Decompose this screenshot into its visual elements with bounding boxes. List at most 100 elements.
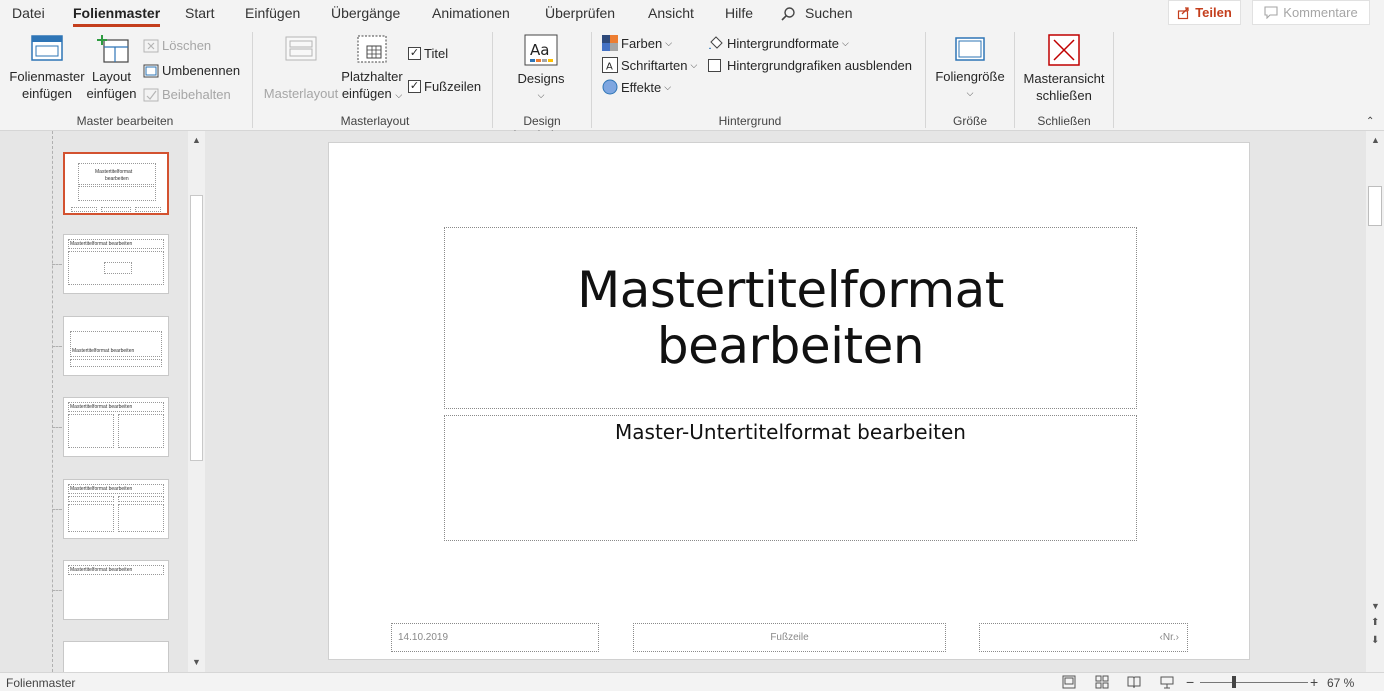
date-placeholder[interactable]: 14.10.2019 [391, 623, 599, 652]
thumbnail-layout[interactable]: Mastertitelformat bearbeiten [63, 234, 169, 294]
tab-animationen[interactable]: Animationen [432, 5, 510, 21]
subtitle-placeholder[interactable]: Master-Untertitelformat bearbeiten [444, 415, 1137, 541]
hierarchy-connector [52, 590, 62, 591]
next-slide-icon[interactable]: ⬇ [1371, 635, 1379, 646]
colors-label: Farben [621, 35, 663, 51]
thumb-content-placeholder [118, 504, 164, 532]
search-icon[interactable] [780, 6, 796, 22]
effects-dropdown[interactable]: Effekte ⌵ [602, 79, 671, 95]
tab-start[interactable]: Start [185, 5, 215, 21]
tab-ueberpruefen[interactable]: Überprüfen [545, 5, 615, 21]
slide-master[interactable]: Mastertitelformat bearbeiten Master-Unter… [328, 142, 1250, 660]
slide-number-placeholder[interactable]: ‹Nr.› [979, 623, 1188, 652]
slide-master-icon [31, 35, 63, 61]
title-placeholder[interactable]: Mastertitelformat bearbeiten [444, 227, 1137, 409]
footer-checkbox[interactable]: ✓ Fußzeilen [408, 79, 481, 94]
reading-view-icon[interactable] [1127, 675, 1141, 689]
slide-sorter-icon[interactable] [1095, 675, 1109, 689]
title-line-2: bearbeiten [656, 317, 925, 375]
thumbnail-scrollbar[interactable]: ▲ ▼ [188, 131, 205, 672]
normal-view-icon[interactable] [1062, 675, 1076, 689]
title-checkbox-label: Titel [424, 46, 449, 61]
rename-button[interactable]: Umbenennen [143, 63, 240, 78]
comments-label: Kommentare [1283, 5, 1358, 20]
tab-uebergaenge[interactable]: Übergänge [331, 5, 400, 21]
thumb-title: Mastertitelformat bearbeiten [70, 567, 133, 573]
previous-slide-icon[interactable]: ⬆ [1371, 617, 1379, 628]
chevron-down-icon: ⌵ [665, 37, 673, 48]
scrollbar-thumb[interactable] [190, 195, 203, 461]
background-styles-dropdown[interactable]: Hintergrundformate ⌵ [708, 35, 849, 51]
close-master-label-2: schließen [1036, 88, 1092, 103]
zoom-out-button[interactable]: − [1186, 674, 1194, 690]
hide-background-label: Hintergrundgrafiken ausblenden [727, 58, 913, 73]
svg-text:A: A [606, 62, 613, 73]
thumbnail-layout[interactable]: Mastertitelformat bearbeiten [63, 479, 169, 539]
scroll-up-icon[interactable]: ▲ [1371, 135, 1380, 145]
tab-einfuegen[interactable]: Einfügen [245, 5, 300, 21]
scroll-up-icon[interactable]: ▲ [192, 135, 201, 145]
slideshow-icon[interactable] [1160, 675, 1174, 689]
main-vertical-scrollbar[interactable]: ▲ ▼ ⬆ ⬇ [1366, 131, 1384, 672]
tab-folienmaster[interactable]: Folienmaster [73, 5, 161, 27]
hide-background-checkbox[interactable]: Hintergrundgrafiken ausblenden [708, 58, 912, 73]
zoom-in-button[interactable]: + [1310, 674, 1318, 690]
insert-slide-master-button[interactable]: Folienmaster einfügen [6, 34, 88, 102]
preserve-button[interactable]: Beibehalten [143, 87, 231, 102]
slide-size-button[interactable]: Foliengröße ⌵ [930, 34, 1010, 102]
share-button[interactable]: Teilen [1168, 0, 1241, 25]
delete-button[interactable]: Löschen [143, 38, 211, 53]
close-master-view-button[interactable]: Masteransicht schließen [1020, 34, 1108, 104]
scroll-down-icon[interactable]: ▼ [192, 657, 201, 667]
comments-button[interactable]: Kommentare [1252, 0, 1370, 25]
slide-thumbnail-pane: Mastertitelformat bearbeiten Mastertitel… [0, 131, 209, 672]
thumb-title: bearbeiten [105, 176, 129, 182]
effects-icon [602, 79, 618, 95]
group-label-master-layout: Masterlayout [340, 114, 410, 128]
subtitle-text: Master-Untertitelformat bearbeiten [615, 420, 966, 444]
group-label-master-edit: Master bearbeiten [76, 114, 174, 128]
master-layout-icon [285, 36, 317, 61]
thumbnail-layout[interactable] [63, 641, 169, 672]
comment-icon [1264, 6, 1278, 19]
thumbnail-master[interactable]: Mastertitelformat bearbeiten [63, 152, 169, 215]
ribbon: Folienmaster einfügen Layout einfügen Lö… [0, 28, 1384, 155]
insert-placeholder-button[interactable]: Platzhalter einfügen ⌵ [338, 34, 406, 104]
thumbnail-layout[interactable]: Mastertitelformat bearbeiten [63, 560, 169, 620]
date-text: 14.10.2019 [398, 632, 449, 643]
zoom-slider[interactable] [1200, 682, 1308, 683]
scroll-down-icon[interactable]: ▼ [1371, 601, 1380, 611]
colors-dropdown[interactable]: Farben ⌵ [602, 35, 672, 51]
master-layout-button[interactable]: Masterlayout [260, 34, 342, 102]
designs-button[interactable]: Aa Designs ⌵ [510, 34, 572, 104]
slide-size-icon [955, 37, 985, 61]
footer-placeholder[interactable]: Fußzeile [633, 623, 946, 652]
fonts-dropdown[interactable]: A Schriftarten ⌵ [602, 57, 697, 73]
zoom-slider-thumb[interactable] [1232, 676, 1236, 688]
background-styles-label: Hintergrundformate [727, 35, 839, 51]
footer-text: Fußzeile [770, 632, 809, 643]
zoom-level[interactable]: 67 % [1327, 676, 1354, 690]
thumbnail-layout[interactable]: Mastertitelformat bearbeiten [63, 397, 169, 457]
collapse-ribbon-icon[interactable]: ⌃ [1366, 116, 1374, 127]
thumb-content-placeholder [118, 414, 164, 448]
tab-hilfe[interactable]: Hilfe [725, 5, 753, 21]
insert-layout-label-1: Layout [91, 69, 132, 84]
title-checkbox[interactable]: ✓ Titel [408, 46, 448, 61]
ribbon-tab-bar: Datei Folienmaster Start Einfügen Übergä… [0, 0, 1384, 28]
svg-text:Aa: Aa [530, 41, 549, 59]
scrollbar-thumb[interactable] [1368, 186, 1382, 226]
tab-datei[interactable]: Datei [12, 5, 45, 21]
tab-ansicht[interactable]: Ansicht [648, 5, 694, 21]
search-label[interactable]: Suchen [805, 5, 852, 21]
group-label-background: Hintergrund [718, 114, 782, 128]
group-label-size: Größe [952, 114, 987, 128]
share-icon [1178, 6, 1189, 19]
placeholder-label-2: einfügen ⌵ [341, 86, 403, 101]
rename-label: Umbenennen [162, 63, 241, 78]
layout-icon [96, 35, 129, 63]
thumbnail-layout[interactable]: Mastertitelformat bearbeiten [63, 316, 169, 376]
insert-layout-button[interactable]: Layout einfügen [84, 34, 139, 102]
hierarchy-connector [52, 427, 62, 428]
thumb-text-placeholder [70, 359, 162, 367]
